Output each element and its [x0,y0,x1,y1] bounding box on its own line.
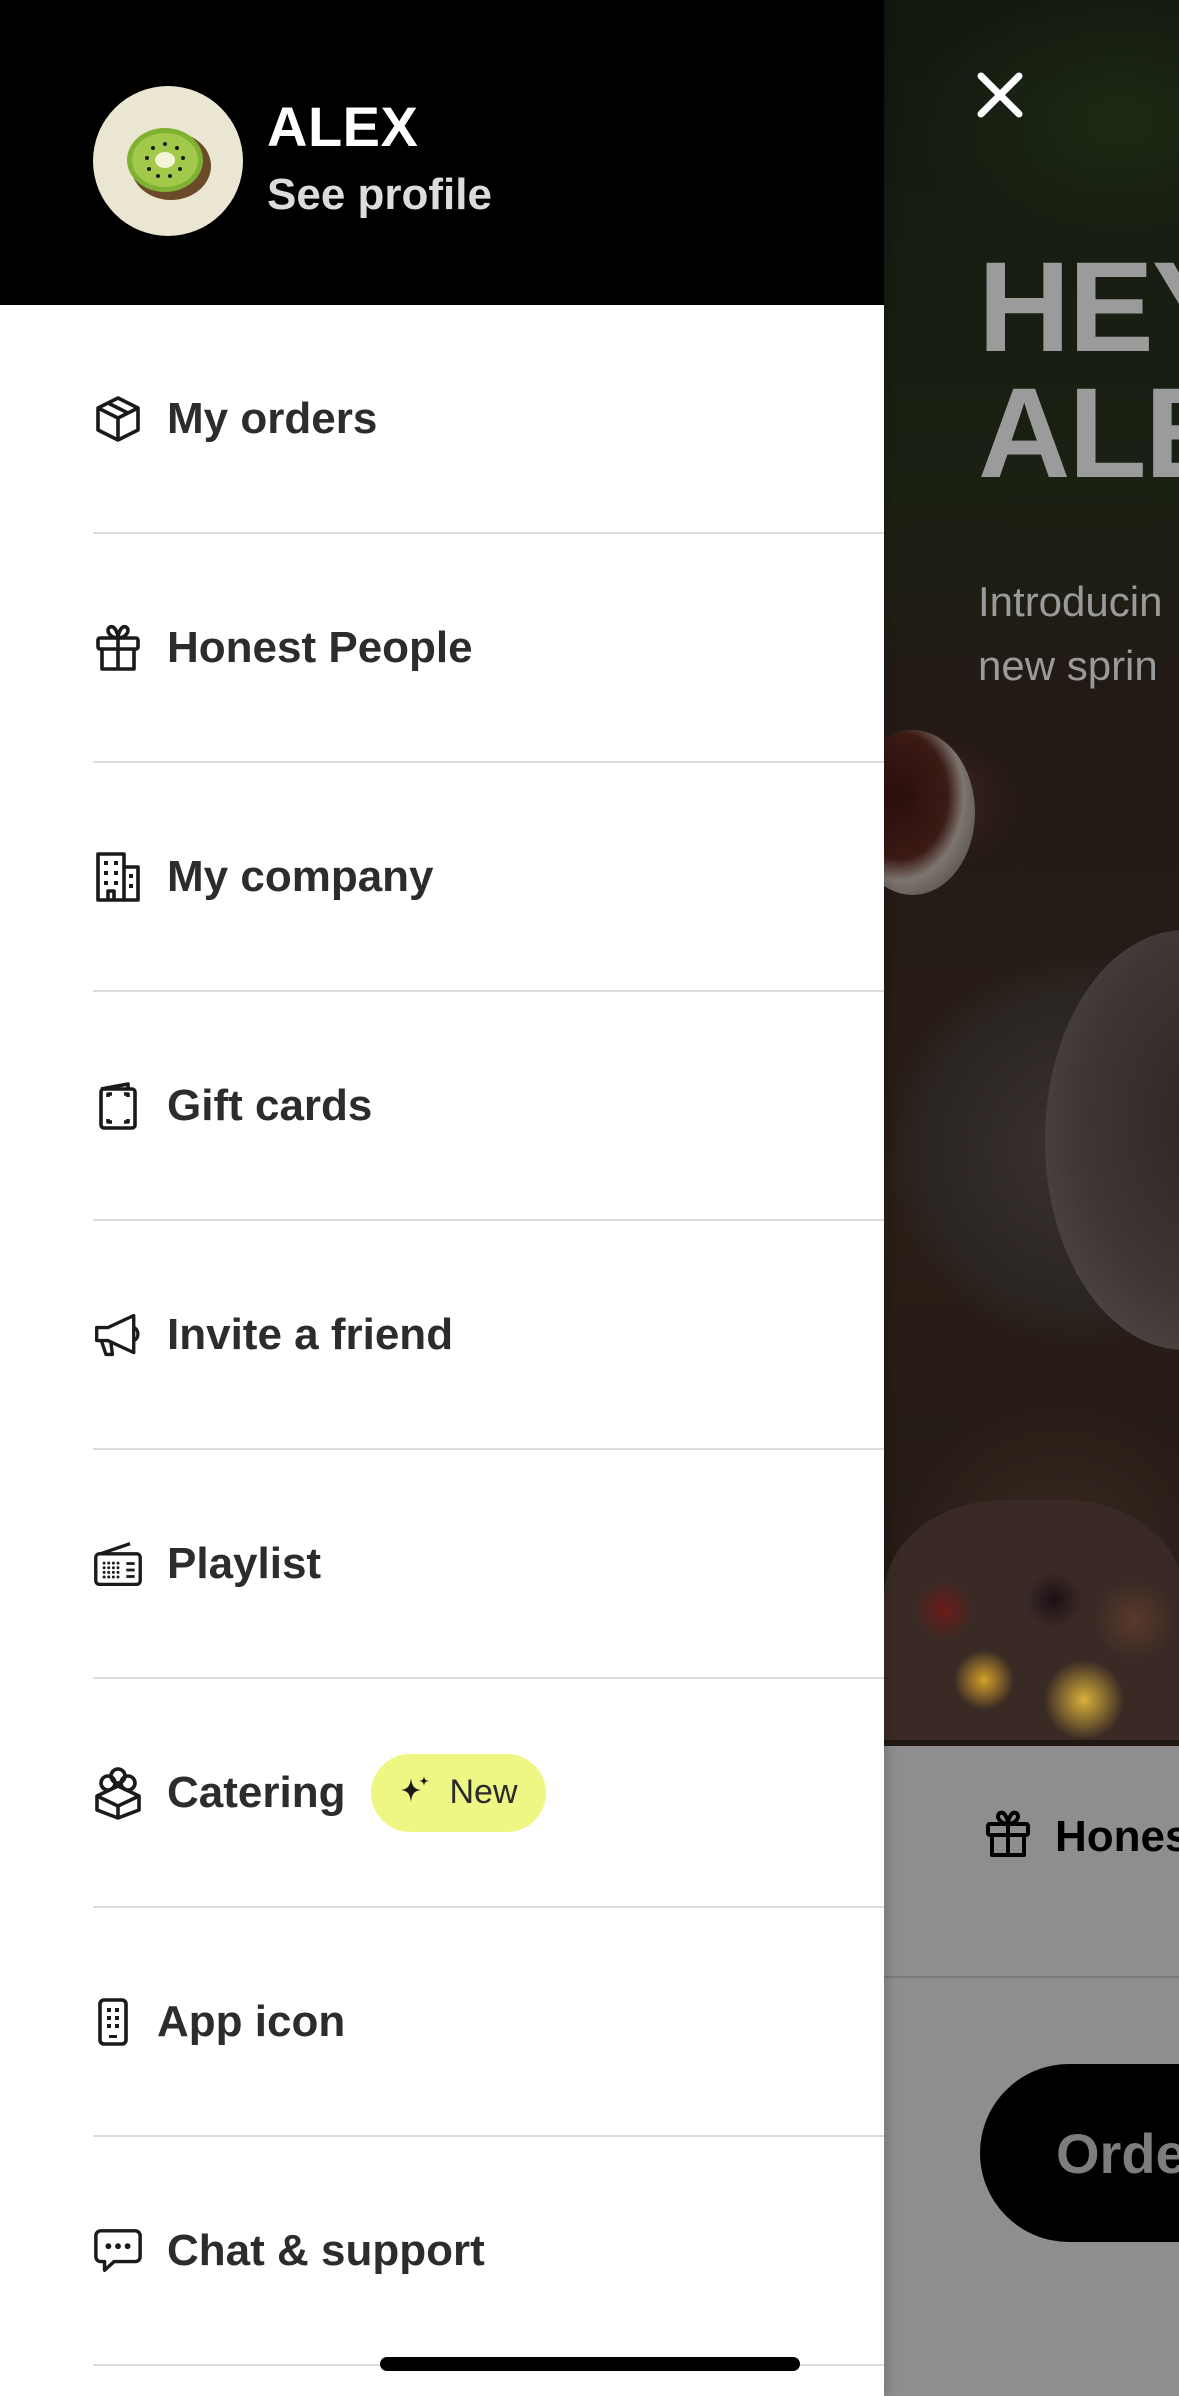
home-indicator [380,2357,800,2371]
menu-item-gift-cards[interactable]: Gift cards [93,992,884,1221]
catering-box-icon [93,1766,143,1820]
hero-title: HEY ALE [978,236,1179,505]
honest-people-row[interactable]: Hones [985,1810,1179,1863]
order-button-label: Orde [1056,2121,1179,2185]
menu-item-chat-support[interactable]: Chat & support [93,2137,884,2366]
honest-people-label: Hones [1055,1811,1179,1861]
menu-item-label: Honest People [167,622,473,672]
menu-item-honest-people[interactable]: Honest People [93,534,884,763]
menu-item-label: My company [167,851,434,901]
drawer-header[interactable]: ALEX See profile [0,0,884,305]
close-icon[interactable] [965,60,1035,130]
menu-item-app-icon[interactable]: App icon [93,1908,884,2137]
menu-item-label: Gift cards [167,1080,373,1130]
box-icon [93,394,143,444]
order-button[interactable]: Orde [980,2064,1179,2242]
phone-icon [93,1997,133,2047]
building-icon [93,851,143,902]
menu-item-label: Catering [167,1767,346,1817]
menu-item-label: My orders [167,393,378,443]
chat-icon [93,2226,143,2276]
menu-item-catering[interactable]: Catering New [93,1679,884,1908]
gift-card-icon [93,1081,143,1131]
menu-item-label: Invite a friend [167,1309,454,1359]
sparkle-icon [399,1774,431,1811]
gift-icon [985,1810,1031,1863]
see-profile-link[interactable]: See profile [267,170,492,220]
menu-item-my-orders[interactable]: My orders [93,305,884,534]
gift-icon [93,623,143,673]
menu-item-my-company[interactable]: My company [93,763,884,992]
radio-icon [93,1539,143,1589]
megaphone-icon [93,1310,143,1360]
new-badge: New [371,1753,546,1832]
menu-item-playlist[interactable]: Playlist [93,1450,884,1679]
menu-item-label: Playlist [167,1538,322,1588]
divider [884,1976,1179,1978]
side-drawer: ALEX See profile My orders Honest People… [0,0,884,2396]
menu-item-label: App icon [157,1996,346,2046]
menu-item-label: Chat & support [167,2225,485,2275]
new-badge-label: New [449,1773,518,1811]
kiwi-icon [127,128,211,200]
food-image [884,1500,1179,1740]
hero-intro-text: Introducin new sprin [978,578,1163,689]
menu-item-invite-a-friend[interactable]: Invite a friend [93,1221,884,1450]
user-name: ALEX [267,95,419,158]
avatar[interactable] [93,86,243,236]
menu-list: My orders Honest People My company Gift … [0,305,884,2366]
